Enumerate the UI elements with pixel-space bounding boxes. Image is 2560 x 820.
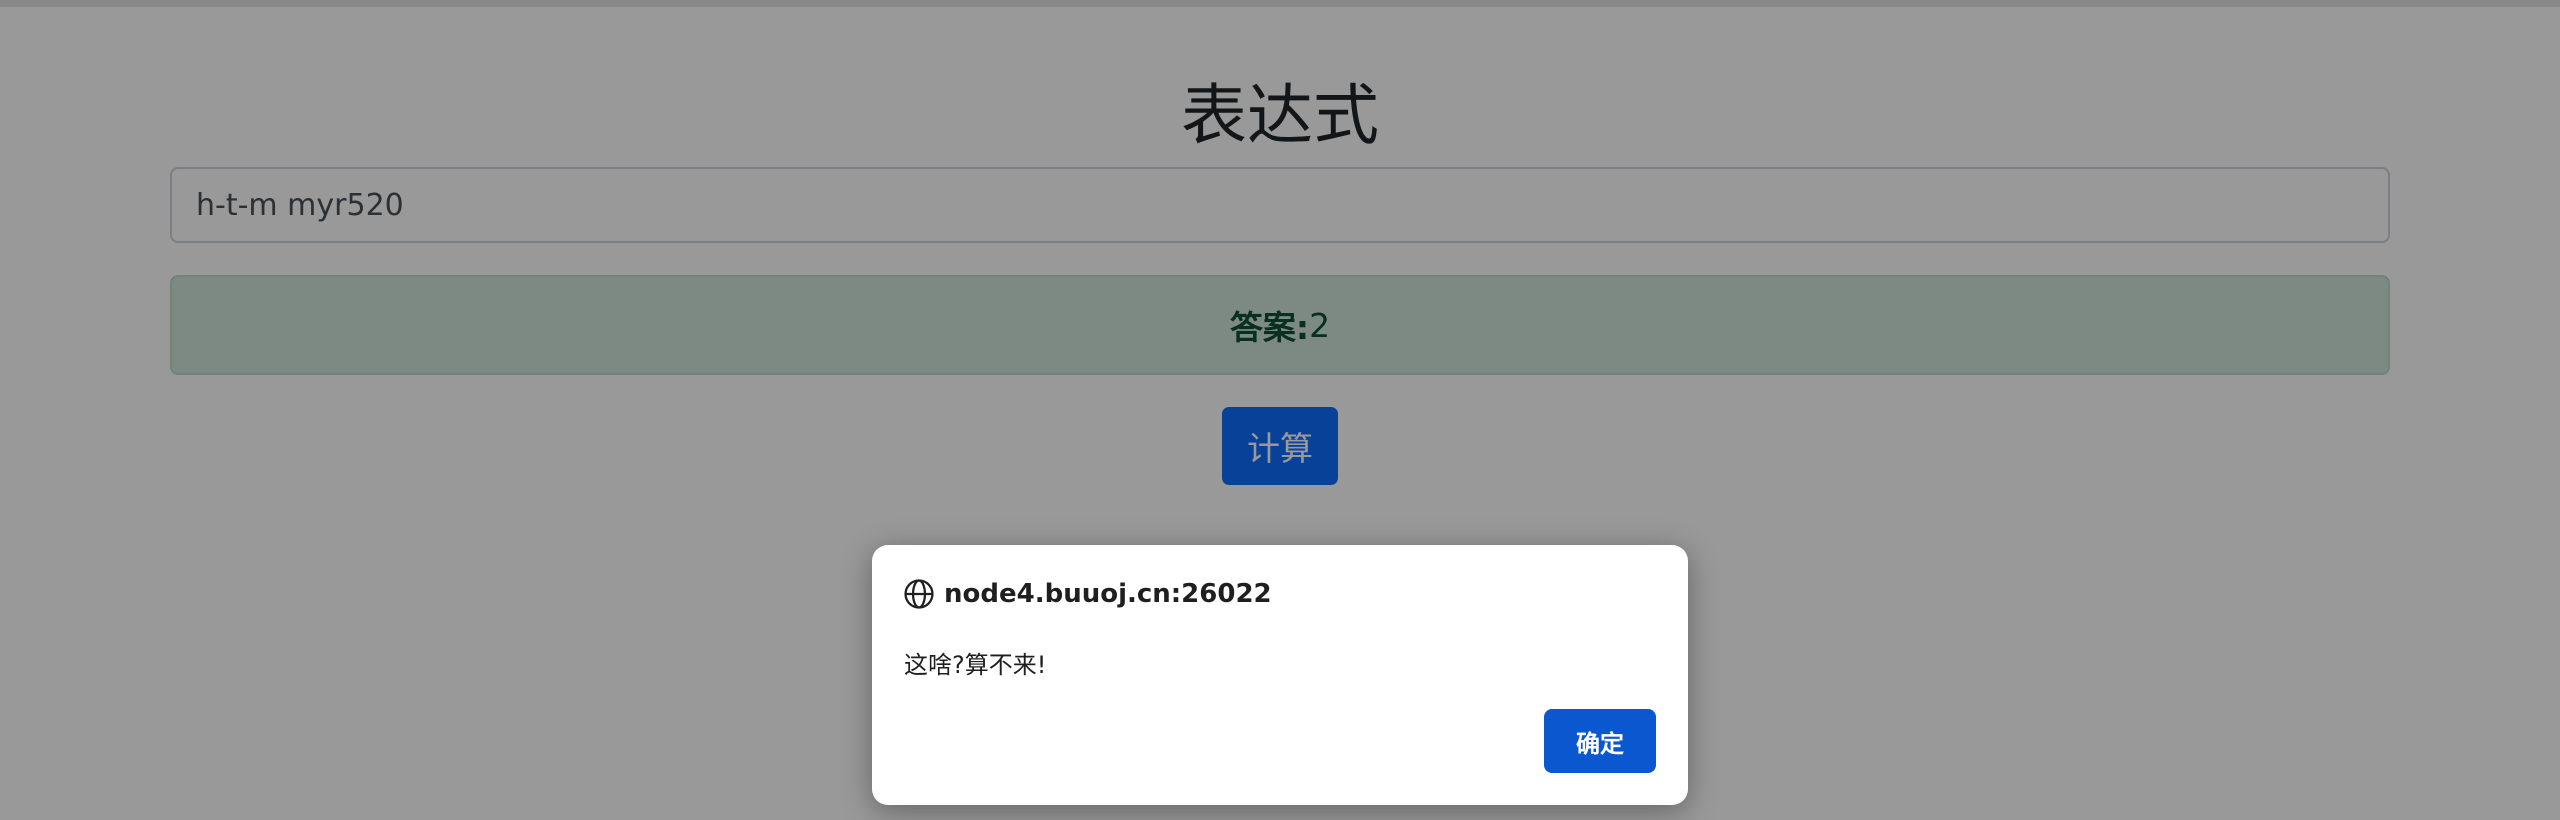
dialog-message: 这啥?算不来! bbox=[904, 651, 1047, 679]
alert-dialog: node4.buuoj.cn:26022 这啥?算不来! 确定 bbox=[872, 545, 1688, 805]
ok-button[interactable]: 确定 bbox=[1544, 709, 1656, 773]
globe-icon bbox=[902, 577, 936, 611]
dialog-header: node4.buuoj.cn:26022 bbox=[902, 577, 1272, 611]
dialog-origin: node4.buuoj.cn:26022 bbox=[944, 579, 1272, 609]
